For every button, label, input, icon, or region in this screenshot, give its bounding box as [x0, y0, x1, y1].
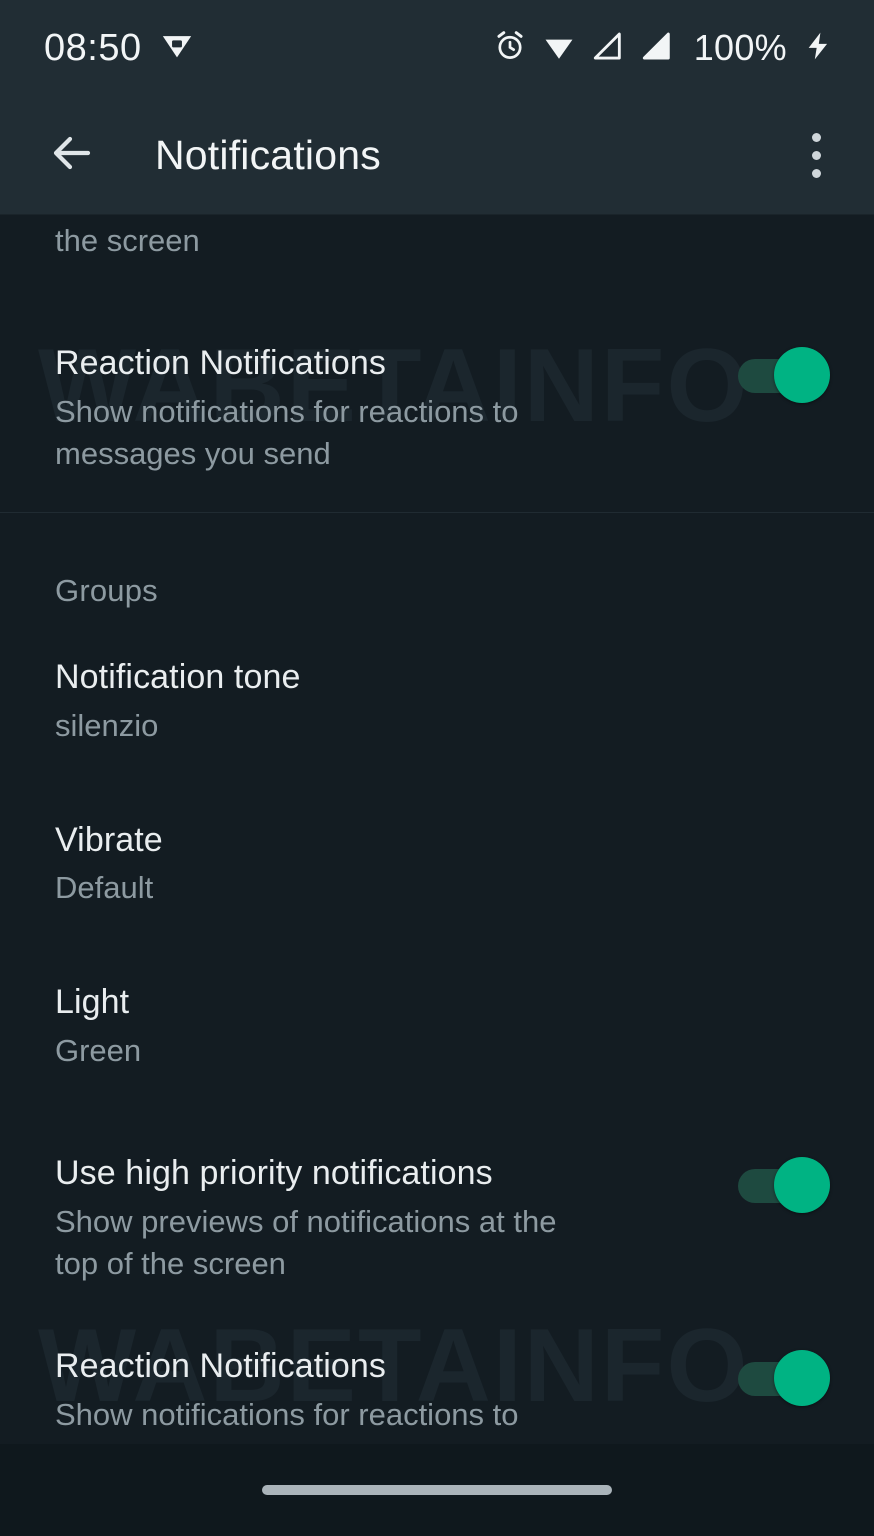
row-subtitle: Show notifications for reactions to mess…	[55, 393, 519, 472]
status-bar-right: 100%	[493, 27, 834, 69]
section-header-groups: Groups	[55, 573, 158, 609]
row-text: Reaction Notifications Show notification…	[55, 1346, 714, 1444]
row-title: Notification tone	[55, 658, 301, 697]
back-arrow-icon	[48, 129, 96, 182]
row-text: Vibrate Default	[55, 820, 830, 911]
toggle-reaction-notifications-messages[interactable]	[738, 346, 830, 403]
row-reaction-notifications-groups[interactable]: Reaction Notifications Show notification…	[0, 1346, 874, 1444]
home-gesture-pill[interactable]	[262, 1485, 612, 1495]
alarm-icon	[493, 29, 527, 68]
chat-notification-icon	[160, 29, 194, 68]
row-text: Light Green	[55, 982, 830, 1073]
row-text: Use high priority notifications Show pre…	[55, 1153, 714, 1286]
status-bar-left: 08:50	[44, 27, 194, 70]
status-bar-clock: 08:50	[44, 26, 142, 69]
settings-list[interactable]: WABETAINFO WABETAINFO the screen Reactio…	[0, 214, 874, 1444]
cellular-sim1-icon	[591, 29, 625, 68]
row-vibrate[interactable]: Vibrate Default	[0, 820, 874, 911]
wifi-icon	[542, 29, 576, 68]
battery-percentage: 100%	[693, 27, 787, 68]
toggle-thumb	[774, 346, 830, 403]
phone-screen: 08:50 100% Notifications WABETAINFO WABE…	[0, 0, 874, 1536]
row-subtitle: Green	[55, 1033, 142, 1069]
row-title: Use high priority notifications	[55, 1153, 493, 1192]
row-title: Reaction Notifications	[55, 343, 387, 382]
charging-bolt-icon	[802, 30, 834, 67]
status-bar: 08:50 100%	[0, 0, 874, 96]
row-subtitle: Default	[55, 870, 154, 906]
back-button[interactable]	[44, 127, 100, 183]
system-navigation-bar	[0, 1444, 874, 1536]
row-notification-tone[interactable]: Notification tone silenzio	[0, 657, 874, 748]
row-reaction-notifications-messages[interactable]: Reaction Notifications Show notification…	[0, 343, 874, 476]
row-subtitle: Show previews of notifications at the to…	[55, 1203, 557, 1282]
overflow-menu-icon	[811, 132, 821, 178]
scrolled-row-remainder: the screen	[55, 223, 200, 258]
row-use-high-priority-notifications[interactable]: Use high priority notifications Show pre…	[0, 1153, 874, 1286]
overflow-menu-button[interactable]	[788, 127, 844, 183]
row-title: Vibrate	[55, 820, 163, 859]
row-subtitle: silenzio	[55, 707, 159, 743]
toggle-thumb	[774, 1350, 830, 1407]
row-text: Reaction Notifications Show notification…	[55, 343, 714, 476]
row-subtitle: Show notifications for reactions to mess…	[55, 1396, 519, 1444]
page-title: Notifications	[155, 131, 381, 178]
app-bar: Notifications	[0, 96, 874, 214]
toggle-use-high-priority-notifications[interactable]	[738, 1156, 830, 1213]
row-title: Light	[55, 983, 130, 1022]
row-title: Reaction Notifications	[55, 1347, 387, 1386]
toggle-reaction-notifications-groups[interactable]	[738, 1350, 830, 1407]
cellular-sim2-icon	[640, 29, 674, 68]
row-text: Notification tone silenzio	[55, 657, 830, 748]
row-light[interactable]: Light Green	[0, 982, 874, 1073]
toggle-thumb	[774, 1156, 830, 1213]
